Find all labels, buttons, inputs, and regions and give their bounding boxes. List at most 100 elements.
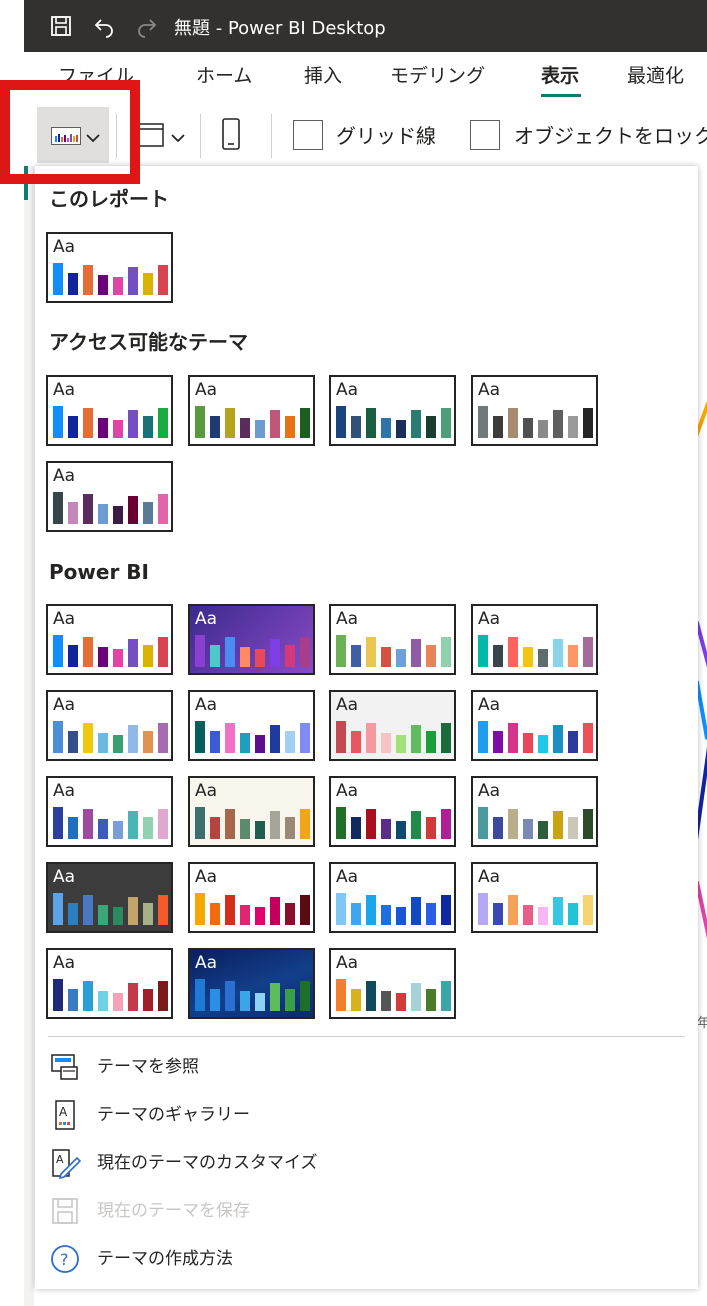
gridlines-checkbox[interactable] <box>293 120 323 150</box>
theme-color-bar <box>336 807 346 839</box>
tab-view[interactable]: 表示 <box>541 64 579 88</box>
browse-themes-item[interactable]: テーマを参照 <box>49 1049 689 1085</box>
theme-swatch[interactable]: Aa <box>188 948 315 1019</box>
theme-color-bar <box>523 905 533 925</box>
theme-swatch[interactable]: Aa <box>329 862 456 933</box>
theme-swatch[interactable]: Aa <box>329 690 456 761</box>
theme-color-bars <box>195 627 310 667</box>
theme-color-bars <box>195 398 310 438</box>
theme-color-bar <box>523 733 533 753</box>
theme-color-bar <box>158 895 168 925</box>
save-icon[interactable] <box>48 13 74 39</box>
theme-color-bar <box>68 989 78 1011</box>
theme-color-bar <box>351 989 361 1011</box>
theme-color-bar <box>300 408 310 438</box>
svg-text:A: A <box>59 1105 68 1119</box>
theme-swatch[interactable]: Aa <box>46 232 173 303</box>
how-to-create-theme-item[interactable]: ? テーマの作成方法 <box>49 1241 689 1277</box>
theme-color-bar <box>240 905 250 925</box>
theme-color-bar <box>553 811 563 839</box>
theme-color-bar <box>336 721 346 753</box>
how-to-create-theme-label: テーマの作成方法 <box>97 1249 233 1269</box>
theme-color-bars <box>53 799 168 839</box>
theme-swatch[interactable]: Aa <box>188 776 315 847</box>
page-view-icon <box>138 123 164 151</box>
theme-color-bar <box>336 406 346 438</box>
theme-color-bar <box>98 504 108 524</box>
theme-swatch[interactable]: Aa <box>46 862 173 933</box>
page-view-button[interactable] <box>132 110 192 160</box>
theme-color-bar <box>195 893 205 925</box>
theme-swatch-label: Aa <box>478 695 501 715</box>
theme-color-bar <box>493 731 503 753</box>
tab-home[interactable]: ホーム <box>196 64 252 88</box>
theme-swatch[interactable]: Aa <box>471 690 598 761</box>
theme-swatch[interactable]: Aa <box>329 948 456 1019</box>
theme-color-bar <box>270 897 280 925</box>
theme-color-bar <box>493 645 503 667</box>
theme-color-bar <box>441 723 451 753</box>
theme-swatch[interactable]: Aa <box>329 375 456 446</box>
theme-swatch[interactable]: Aa <box>46 776 173 847</box>
theme-color-bar <box>493 416 503 438</box>
theme-color-bar <box>441 408 451 438</box>
theme-color-bar <box>128 410 138 438</box>
theme-color-bar <box>441 895 451 925</box>
theme-swatch[interactable]: Aa <box>329 776 456 847</box>
tab-insert[interactable]: 挿入 <box>304 64 342 88</box>
theme-color-bar <box>210 416 220 438</box>
theme-swatch[interactable]: Aa <box>471 776 598 847</box>
theme-color-bar <box>568 731 578 753</box>
theme-swatch[interactable]: Aa <box>188 690 315 761</box>
theme-color-bars <box>53 484 168 524</box>
theme-color-bar <box>426 645 436 667</box>
theme-swatch[interactable]: Aa <box>46 461 173 532</box>
theme-color-bar <box>478 893 488 925</box>
lock-objects-checkbox[interactable] <box>470 120 500 150</box>
theme-color-bar <box>68 502 78 524</box>
theme-color-bar <box>366 895 376 925</box>
theme-swatch-label: Aa <box>336 953 359 973</box>
theme-color-bar <box>381 647 391 667</box>
tab-optimize[interactable]: 最適化 <box>627 64 684 88</box>
theme-swatch[interactable]: Aa <box>329 604 456 675</box>
theme-color-bar <box>143 989 153 1011</box>
theme-swatch[interactable]: Aa <box>188 604 315 675</box>
theme-color-bar <box>381 418 391 438</box>
theme-color-bar <box>270 811 280 839</box>
theme-swatch[interactable]: Aa <box>188 862 315 933</box>
theme-swatch-label: Aa <box>336 380 359 400</box>
theme-color-bar <box>255 735 265 753</box>
theme-color-bar <box>538 735 548 753</box>
theme-swatch[interactable]: Aa <box>46 948 173 1019</box>
theme-color-bar <box>128 267 138 295</box>
theme-swatch[interactable]: Aa <box>471 375 598 446</box>
mobile-layout-button[interactable] <box>220 118 250 154</box>
theme-color-bar <box>508 408 518 438</box>
theme-color-bar <box>508 895 518 925</box>
theme-gallery-item[interactable]: A テーマのギャラリー <box>49 1097 689 1133</box>
customize-theme-item[interactable]: A 現在のテーマのカスタマイズ <box>49 1145 689 1181</box>
theme-color-bar <box>508 809 518 839</box>
theme-color-bar <box>158 723 168 753</box>
theme-swatch[interactable]: Aa <box>471 604 598 675</box>
theme-swatch[interactable]: Aa <box>471 862 598 933</box>
theme-color-bar <box>113 649 123 667</box>
theme-swatch[interactable]: Aa <box>188 375 315 446</box>
theme-swatch[interactable]: Aa <box>46 604 173 675</box>
theme-swatch-label: Aa <box>53 867 76 887</box>
theme-swatch[interactable]: Aa <box>46 690 173 761</box>
theme-swatch[interactable]: Aa <box>46 375 173 446</box>
tab-modeling[interactable]: モデリング <box>390 64 485 88</box>
theme-color-bar <box>255 649 265 667</box>
theme-color-bars <box>336 398 451 438</box>
theme-color-bar <box>158 265 168 295</box>
theme-color-bar <box>195 807 205 839</box>
theme-color-bar <box>53 807 63 839</box>
window-title: 無題 - Power BI Desktop <box>174 18 386 39</box>
theme-color-bar <box>113 993 123 1011</box>
theme-color-bar <box>270 410 280 438</box>
theme-color-bar <box>53 635 63 667</box>
undo-icon[interactable] <box>91 13 117 39</box>
theme-color-bar <box>143 731 153 753</box>
